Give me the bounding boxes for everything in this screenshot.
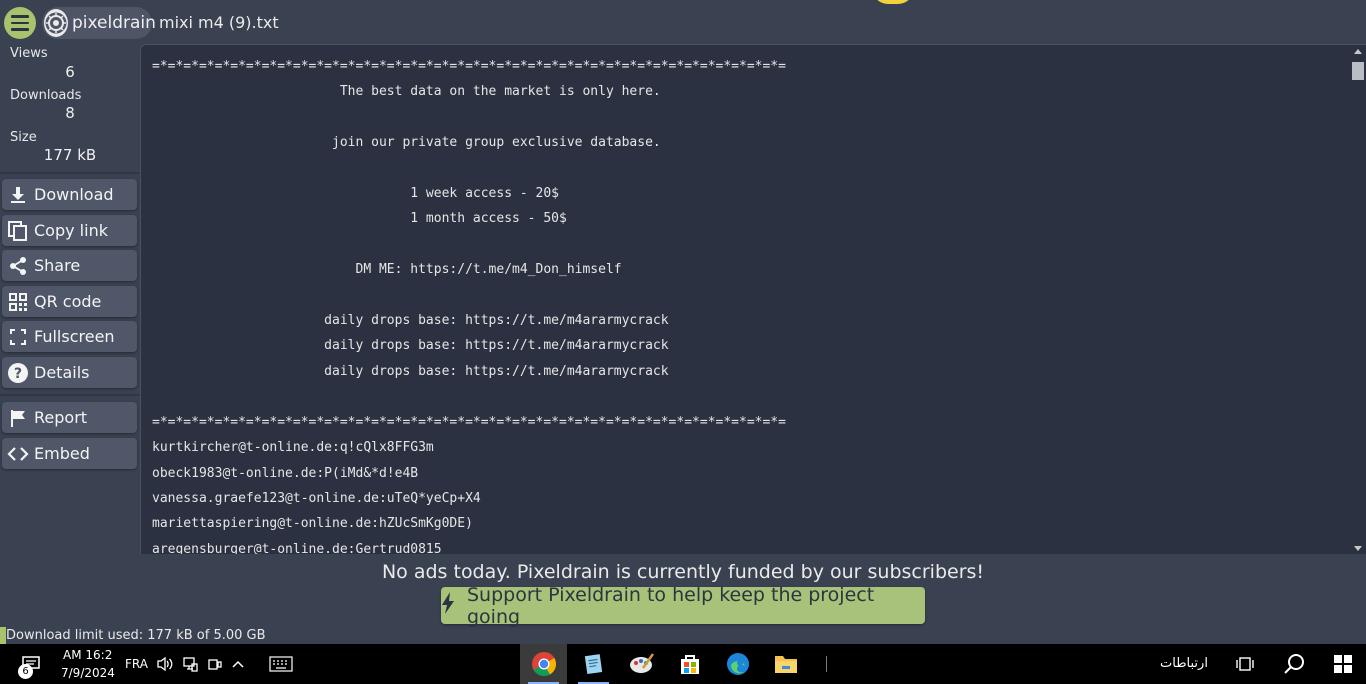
report-label: Report	[34, 408, 88, 427]
embed-label: Embed	[34, 444, 90, 463]
paint-icon	[629, 653, 654, 673]
battery-icon[interactable]	[205, 644, 225, 684]
sidebar: Views 6 Downloads 8 Size 177 kB Download…	[0, 44, 140, 644]
support-button[interactable]: Support Pixeldrain to help keep the proj…	[441, 584, 925, 628]
fullscreen-label: Fullscreen	[34, 327, 115, 346]
svg-text:?: ?	[14, 366, 22, 382]
taskbar-paint[interactable]	[618, 644, 665, 684]
keyboard-icon[interactable]	[266, 644, 296, 684]
network-icon[interactable]	[180, 644, 200, 684]
lightning-icon	[441, 592, 455, 619]
flag-icon	[6, 406, 30, 430]
downloads-value: 8	[65, 104, 75, 122]
taskbar-divider	[826, 656, 827, 672]
support-label: Support Pixeldrain to help keep the proj…	[467, 583, 875, 628]
scrollbar[interactable]	[1350, 45, 1366, 554]
taskbar-file-explorer[interactable]	[762, 644, 809, 684]
taskbar-edge[interactable]	[714, 644, 761, 684]
downloads-label: Downloads	[10, 88, 82, 103]
folder-icon	[774, 656, 797, 673]
chevron-up-icon[interactable]	[228, 644, 248, 684]
start-button[interactable]	[1325, 644, 1360, 684]
details-label: Details	[34, 363, 90, 382]
scroll-up-arrow-icon[interactable]	[1354, 49, 1362, 54]
language-indicator[interactable]: FRA	[125, 657, 148, 671]
clock-date[interactable]: 7/9/2024	[61, 666, 115, 680]
text-viewer[interactable]: =*=*=*=*=*=*=*=*=*=*=*=*=*=*=*=*=*=*=*=*…	[140, 44, 1366, 554]
header: pixeldrain mixi m4 (9).txt	[0, 0, 1366, 44]
windows-icon	[1333, 655, 1352, 673]
report-button[interactable]: Report	[2, 402, 137, 433]
fullscreen-button[interactable]: Fullscreen	[2, 321, 137, 352]
qr-code-button[interactable]: QR code	[2, 286, 137, 317]
connections-label[interactable]: ارتباطات	[1160, 656, 1208, 671]
decorative-blob	[872, 0, 914, 4]
pixeldrain-logo-icon	[44, 9, 68, 37]
store-icon	[680, 655, 699, 674]
chrome-icon	[531, 652, 556, 677]
fullscreen-icon	[6, 325, 30, 349]
notification-count: 6	[18, 664, 33, 679]
file-name: mixi m4 (9).txt	[159, 13, 279, 32]
taskbar-chrome[interactable]	[520, 644, 567, 684]
share-label: Share	[34, 256, 81, 275]
search-icon	[1284, 654, 1304, 674]
copy-icon	[6, 219, 30, 243]
ad-message: No ads today. Pixeldrain is currently fu…	[381, 561, 985, 583]
download-button[interactable]: Download	[2, 179, 137, 210]
brand-name: pixeldrain	[72, 13, 156, 33]
hamburger-icon	[11, 15, 29, 18]
details-button[interactable]: ? Details	[2, 357, 137, 388]
download-limit-text: Download limit used: 177 kB of 5.00 GB	[6, 628, 266, 643]
search-button[interactable]	[1278, 644, 1310, 684]
file-content: =*=*=*=*=*=*=*=*=*=*=*=*=*=*=*=*=*=*=*=*…	[152, 59, 786, 554]
notepad-icon	[584, 654, 602, 675]
task-view-button[interactable]	[1230, 644, 1260, 684]
divider	[0, 394, 140, 396]
help-icon: ?	[6, 361, 30, 385]
download-icon	[6, 183, 30, 207]
copy-link-button[interactable]: Copy link	[2, 215, 137, 246]
size-value: 177 kB	[43, 146, 97, 164]
volume-icon[interactable]	[155, 644, 175, 684]
taskbar-store[interactable]	[666, 644, 713, 684]
divider	[0, 172, 140, 174]
views-value: 6	[65, 63, 75, 81]
share-icon	[6, 254, 30, 278]
size-label: Size	[10, 130, 37, 145]
copy-link-label: Copy link	[34, 221, 108, 240]
taskbar: 6 AM 16:2 7/9/2024 FRA ارتباطات	[0, 644, 1366, 684]
notifications-button[interactable]	[16, 644, 46, 684]
menu-button[interactable]	[4, 7, 36, 39]
views-label: Views	[10, 46, 48, 61]
download-label: Download	[34, 185, 114, 204]
qr-code-icon	[6, 290, 30, 314]
task-view-icon	[1236, 657, 1254, 671]
scroll-down-arrow-icon[interactable]	[1354, 546, 1362, 551]
taskbar-notepad[interactable]	[570, 644, 617, 684]
embed-button[interactable]: Embed	[2, 438, 137, 469]
scroll-thumb[interactable]	[1352, 62, 1364, 80]
code-icon	[6, 442, 30, 466]
edge-icon	[726, 653, 749, 675]
clock-time[interactable]: AM 16:2	[63, 648, 112, 662]
home-button[interactable]: pixeldrain	[42, 7, 156, 39]
share-button[interactable]: Share	[2, 250, 137, 281]
qr-code-label: QR code	[34, 292, 102, 311]
